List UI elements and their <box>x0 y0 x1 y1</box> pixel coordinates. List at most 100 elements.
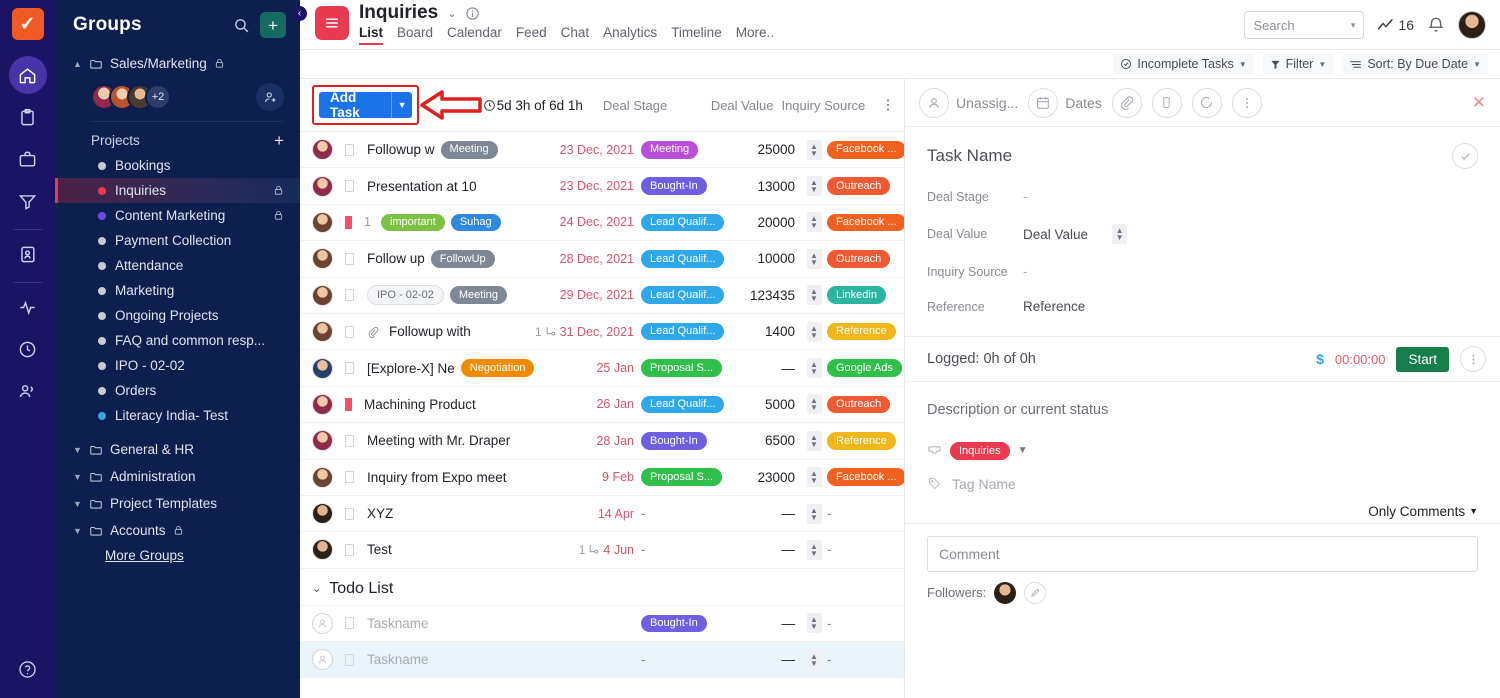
paperclip-icon[interactable] <box>1112 88 1142 118</box>
collapse-sidebar-icon[interactable]: ‹ <box>292 6 307 21</box>
sidebar-project-inquiries[interactable]: Inquiries <box>55 178 300 203</box>
help-icon[interactable] <box>9 650 47 688</box>
cell-deal-value[interactable]: 123435 <box>739 288 801 303</box>
more-groups-link[interactable]: More Groups <box>55 544 300 567</box>
tab-more[interactable]: More.. <box>736 25 774 45</box>
chip[interactable]: Lead Qualif... <box>641 396 724 414</box>
cell-deal-stage[interactable]: Bought-In <box>641 615 739 633</box>
cell-deal-value[interactable]: 13000 <box>739 179 801 194</box>
cell-deal-stage[interactable]: Lead Qualif... <box>641 286 739 304</box>
cell-deal-stage[interactable]: Lead Qualif... <box>641 214 739 232</box>
chip[interactable]: Linkedin <box>827 286 886 304</box>
cell-deal-stage[interactable]: - <box>641 542 739 557</box>
cell-inquiry-source[interactable]: Google Ads <box>827 359 904 377</box>
value-stepper[interactable]: ▲▼ <box>807 504 822 524</box>
due-date[interactable]: 26 Jan <box>596 397 634 411</box>
table-row[interactable]: Taskname-—▲▼- <box>300 642 904 678</box>
chip[interactable]: Meeting <box>641 141 698 159</box>
more-options-icon[interactable] <box>1232 88 1262 118</box>
cell-deal-stage[interactable]: Lead Qualif... <box>641 396 739 414</box>
task-name[interactable]: Test <box>367 542 392 557</box>
sidebar-project-literacy-india-test[interactable]: Literacy India- Test <box>55 403 300 428</box>
chevron-down-icon[interactable]: ▾ <box>1351 20 1356 31</box>
chip[interactable]: Outreach <box>827 396 890 414</box>
task-name[interactable]: Machining Product <box>364 397 476 412</box>
value-stepper[interactable]: ▲▼ <box>807 431 822 451</box>
cell-deal-stage[interactable]: Proposal S... <box>641 468 739 486</box>
chip[interactable]: Google Ads <box>827 359 902 377</box>
member-overflow-count[interactable]: +2 <box>145 84 171 110</box>
table-row[interactable]: Machining Product 26 Jan Lead Qualif... 500… <box>300 387 904 423</box>
bell-icon[interactable] <box>1427 16 1445 34</box>
todo-list-group-header[interactable]: ⌄Todo List <box>300 569 904 606</box>
table-row[interactable]: 1importantSuhag24 Dec, 2021Lead Qualif..… <box>300 205 904 241</box>
chip[interactable]: Proposal S... <box>641 468 722 486</box>
cell-inquiry-source[interactable]: - <box>827 506 904 521</box>
task-name[interactable]: Taskname <box>367 652 429 667</box>
due-date[interactable]: 29 Dec, 2021 <box>560 288 634 302</box>
cell-deal-stage[interactable]: Proposal S... <box>641 359 739 377</box>
assignee-avatar[interactable] <box>312 358 333 379</box>
cell-deal-stage[interactable]: Meeting <box>641 141 739 159</box>
value-stepper[interactable]: ▲▼ <box>807 467 822 487</box>
chevron-down-icon[interactable]: ▼ <box>1018 445 1028 456</box>
task-name[interactable]: XYZ <box>367 506 393 521</box>
group-sales-marketing[interactable]: ▲ Sales/Marketing <box>55 50 300 77</box>
cell-deal-value[interactable]: 10000 <box>739 251 801 266</box>
cell-deal-value[interactable]: 1400 <box>739 324 801 339</box>
more-options-icon[interactable] <box>1460 346 1486 372</box>
cell-deal-stage[interactable]: Bought-In <box>641 177 739 195</box>
chip[interactable]: Reference <box>827 432 896 450</box>
people-icon[interactable] <box>9 372 47 410</box>
assignee-button[interactable]: Unassig... <box>919 88 1018 118</box>
sidebar-project-content-marketing[interactable]: Content Marketing <box>55 203 300 228</box>
sidebar-folder-accounts[interactable]: ▼Accounts <box>55 517 300 544</box>
sidebar-folder-general-hr[interactable]: ▼General & HR <box>55 436 300 463</box>
add-task-button[interactable]: Add Task ▼ <box>319 92 412 118</box>
due-date[interactable]: 9 Feb <box>602 470 634 484</box>
table-row[interactable]: IPO - 02-02Meeting29 Dec, 2021Lead Quali… <box>300 278 904 314</box>
chip[interactable]: Lead Qualif... <box>641 214 724 232</box>
value-stepper[interactable]: ▲▼ <box>807 394 822 414</box>
cell-deal-value[interactable]: — <box>739 506 801 521</box>
activity-icon[interactable] <box>9 288 47 326</box>
incomplete-tasks-filter[interactable]: Incomplete Tasks ▼ <box>1113 54 1253 74</box>
table-row[interactable]: TasknameBought-In—▲▼- <box>300 606 904 642</box>
contacts-icon[interactable] <box>9 235 47 273</box>
value-stepper[interactable]: ▲▼ <box>807 358 822 378</box>
tag-name-field[interactable]: Tag Name <box>905 460 1500 492</box>
close-icon[interactable]: ✕ <box>1472 94 1486 111</box>
cell-inquiry-source[interactable]: Facebook ... <box>827 214 904 232</box>
chip[interactable]: Proposal S... <box>641 359 722 377</box>
cell-deal-stage[interactable]: - <box>641 506 739 521</box>
cell-deal-value[interactable]: — <box>739 652 801 667</box>
assignee-avatar[interactable] <box>312 139 333 160</box>
value-stepper[interactable]: ▲▼ <box>807 249 822 269</box>
comment-input[interactable]: Comment <box>927 536 1478 572</box>
field-value[interactable]: - <box>1023 189 1028 204</box>
chip[interactable]: Lead Qualif... <box>641 286 724 304</box>
search-input[interactable]: Search ▾ <box>1244 11 1364 39</box>
sidebar-folder-project-templates[interactable]: ▼Project Templates <box>55 490 300 517</box>
cell-inquiry-source[interactable]: Reference <box>827 323 904 341</box>
search-icon[interactable] <box>233 17 250 34</box>
assignee-avatar[interactable] <box>312 613 333 634</box>
value-stepper[interactable]: ▲▼ <box>807 176 822 196</box>
avatar[interactable] <box>1458 11 1486 39</box>
table-row[interactable]: Presentation at 1023 Dec, 2021Bought-In1… <box>300 168 904 204</box>
cell-deal-value[interactable]: — <box>739 616 801 631</box>
field-value[interactable]: Deal Value <box>1023 227 1088 242</box>
briefcase-icon[interactable] <box>9 140 47 178</box>
chip[interactable]: Lead Qualif... <box>641 323 724 341</box>
start-timer-button[interactable]: Start <box>1396 347 1449 372</box>
cell-inquiry-source[interactable]: Facebook ... <box>827 468 904 486</box>
funnel-icon[interactable] <box>9 182 47 220</box>
more-options-icon[interactable] <box>880 97 896 113</box>
assignee-avatar[interactable] <box>312 321 333 342</box>
chip[interactable]: Bought-In <box>641 177 707 195</box>
chip[interactable]: Bought-In <box>641 432 707 450</box>
clock-icon[interactable] <box>9 330 47 368</box>
cell-deal-value[interactable]: 5000 <box>739 397 801 412</box>
task-name[interactable]: Presentation at 10 <box>367 179 477 194</box>
field-value[interactable]: - <box>1023 264 1028 279</box>
